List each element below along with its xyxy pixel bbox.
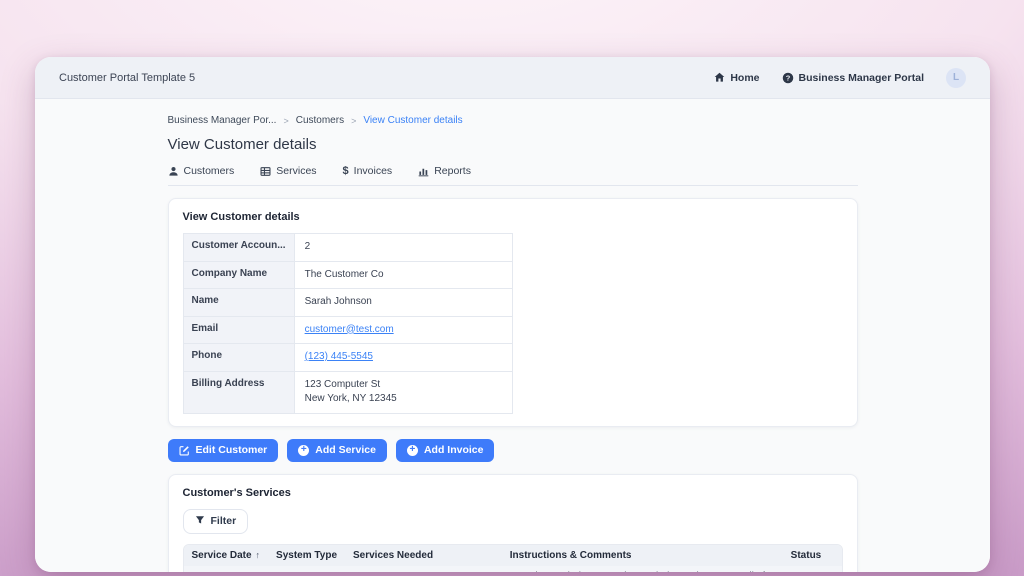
home-link-label: Home [730,72,759,84]
tab-services[interactable]: Services [260,165,316,177]
chart-icon [418,166,429,177]
main-container: Business Manager Por... > Customers > Vi… [168,99,858,572]
detail-row: Phone (123) 445-5545 [183,344,512,372]
detail-row: Company NameThe Customer Co [183,261,512,289]
field-value: Sarah Johnson [294,289,512,317]
field-value[interactable]: (123) 445-5545 [294,344,512,372]
table-cell: 08/06/2022 [184,566,269,573]
customer-details-table: Customer Accoun...2Company NameThe Custo… [183,233,513,414]
table-row[interactable]: 08/06/2022ServerNetworkingI need some he… [184,566,842,573]
edit-customer-button[interactable]: Edit Customer [168,439,279,462]
breadcrumb-separator: > [283,116,288,126]
customer-details-card: View Customer details Customer Accoun...… [168,198,858,427]
column-header-label: Service Date [192,550,252,561]
field-value-link[interactable]: customer@test.com [305,324,394,335]
services-table-header-row: Service Date ↑ System Type Services Neede… [184,545,842,566]
field-value: 2 [294,234,512,262]
tab-invoices[interactable]: $ Invoices [343,165,393,177]
field-label: Billing Address [183,371,294,413]
detail-row: Customer Accoun...2 [183,234,512,262]
breadcrumb-item-current: View Customer details [363,115,462,126]
detail-row: Billing Address123 Computer StNew York, … [183,371,512,413]
customer-services-card: Customer's Services Filter Service Date ↑… [168,474,858,573]
breadcrumb-separator: > [351,116,356,126]
customer-card-title: View Customer details [183,211,843,223]
plus-circle-icon: + [298,445,309,456]
tab-customers[interactable]: Customers [168,165,235,177]
field-value-link[interactable]: (123) 445-5545 [305,351,373,362]
breadcrumb: Business Manager Por... > Customers > Vi… [168,115,858,126]
table-cell: I need some help connecting a wireless p… [502,566,783,573]
column-header-system-type[interactable]: System Type [268,545,345,566]
add-invoice-button[interactable]: + Add Invoice [396,439,495,462]
portal-link-label: Business Manager Portal [799,72,924,84]
filter-button[interactable]: Filter [183,509,249,534]
person-icon [168,166,179,177]
field-label: Name [183,289,294,317]
column-header-status[interactable]: Status [783,545,842,566]
table-cell: Networking [345,566,502,573]
tab-label: Invoices [354,165,393,177]
page-title: View Customer details [168,136,858,153]
breadcrumb-item-portal[interactable]: Business Manager Por... [168,115,277,126]
field-value: 123 Computer StNew York, NY 12345 [294,371,512,413]
app-window: Customer Portal Template 5 Home ? Busine… [35,57,990,572]
field-label: Company Name [183,261,294,289]
plus-circle-icon: + [407,445,418,456]
sort-ascending-icon: ↑ [256,550,261,560]
business-manager-portal-link[interactable]: ? Business Manager Portal [782,72,924,84]
user-avatar[interactable]: L [946,68,966,88]
add-service-button[interactable]: + Add Service [287,439,387,462]
edit-icon [179,445,190,456]
tab-label: Reports [434,165,471,177]
home-link[interactable]: Home [714,72,759,84]
dollar-icon: $ [343,165,349,177]
tab-label: Customers [184,165,235,177]
tab-bar: Customers Services $ Invoices Reports [168,165,858,186]
tab-reports[interactable]: Reports [418,165,471,177]
table-cell: Server [268,566,345,573]
field-label: Phone [183,344,294,372]
button-label: Add Invoice [424,444,484,456]
button-label: Add Service [315,444,376,456]
svg-text:?: ? [785,73,790,82]
detail-row: NameSarah Johnson [183,289,512,317]
home-icon [714,72,725,83]
services-table-body: 08/06/2022ServerNetworkingI need some he… [184,566,842,573]
column-header-services-needed[interactable]: Services Needed [345,545,502,566]
field-label: Email [183,316,294,344]
titlebar-nav: Home ? Business Manager Portal L [714,68,966,88]
table-cell: Open [783,566,842,573]
content-area: Business Manager Por... > Customers > Vi… [35,99,990,572]
breadcrumb-item-customers[interactable]: Customers [296,115,344,126]
window-title: Customer Portal Template 5 [59,72,195,84]
action-buttons: Edit Customer + Add Service + Add Invoic… [168,439,858,462]
titlebar: Customer Portal Template 5 Home ? Busine… [35,57,990,99]
filter-funnel-icon [195,515,205,528]
field-value[interactable]: customer@test.com [294,316,512,344]
button-label: Edit Customer [196,444,268,456]
portal-icon: ? [782,72,794,84]
filter-button-label: Filter [211,515,237,527]
customer-fields-body: Customer Accoun...2Company NameThe Custo… [183,234,512,414]
field-value: The Customer Co [294,261,512,289]
column-header-instructions[interactable]: Instructions & Comments [502,545,783,566]
tab-label: Services [276,165,316,177]
services-card-title: Customer's Services [183,487,843,499]
detail-row: Email customer@test.com [183,316,512,344]
table-grid-icon [260,166,271,177]
field-label: Customer Accoun... [183,234,294,262]
services-table: Service Date ↑ System Type Services Neede… [183,544,843,573]
avatar-letter: L [953,72,959,83]
column-header-service-date[interactable]: Service Date ↑ [184,545,269,566]
